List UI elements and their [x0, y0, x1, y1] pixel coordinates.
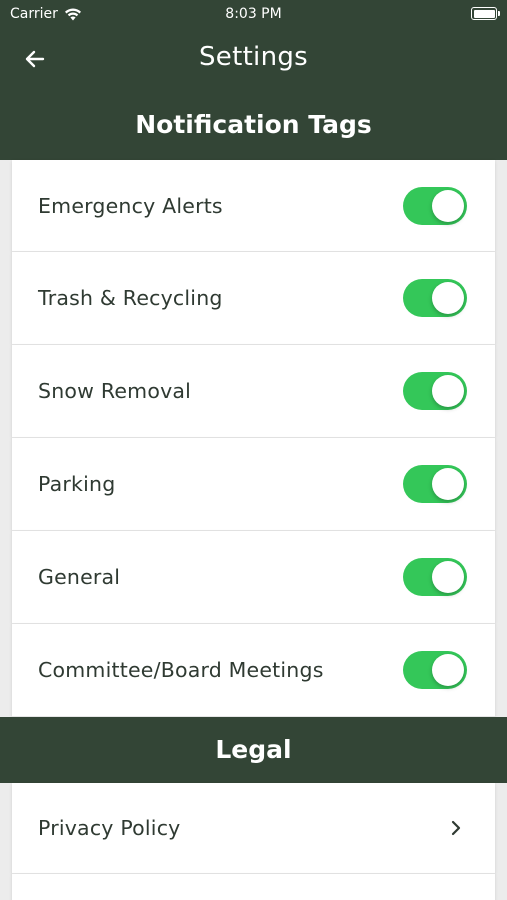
notification-tags-header: Notification Tags: [0, 90, 507, 160]
toggle-knob: [432, 282, 464, 314]
page-title: Settings: [198, 42, 309, 72]
list-item-parking: Parking: [12, 438, 495, 531]
list-item-label: Committee/Board Meetings: [38, 658, 324, 682]
list-item-snow-removal: Snow Removal: [12, 345, 495, 438]
toggle-knob: [432, 468, 464, 500]
status-bar: Carrier 8:03 PM: [0, 0, 507, 28]
trash-recycling-toggle[interactable]: [403, 279, 467, 317]
list-item-label: Emergency Alerts: [38, 193, 223, 218]
general-toggle[interactable]: [403, 558, 467, 596]
list-item-trash-recycling: Trash & Recycling: [12, 252, 495, 345]
legal-header: Legal: [0, 717, 507, 783]
emergency-alerts-toggle[interactable]: [403, 186, 467, 225]
list-item-label: Privacy Policy: [38, 816, 181, 840]
list-item-emergency-alerts: Emergency Alerts: [12, 160, 495, 252]
toggle-knob: [432, 189, 464, 222]
navigation-bar: Settings: [0, 28, 507, 90]
battery-icon: [471, 7, 500, 20]
committee-board-meetings-toggle[interactable]: [403, 651, 467, 689]
list-item-label: Snow Removal: [38, 379, 192, 403]
list-item-label: Trash & Recycling: [38, 286, 223, 310]
list-item-label: General: [38, 565, 121, 589]
list-item-general: General: [12, 531, 495, 624]
toggle-knob: [432, 654, 464, 686]
privacy-policy-row[interactable]: Privacy Policy: [12, 783, 495, 874]
list-item-label: Parking: [38, 472, 116, 496]
legal-list: Privacy Policy: [12, 783, 495, 900]
parking-toggle[interactable]: [403, 465, 467, 503]
snow-removal-toggle[interactable]: [403, 372, 467, 410]
notification-tags-list: Emergency Alerts Trash & Recycling Snow …: [12, 160, 495, 717]
toggle-knob: [432, 561, 464, 593]
chevron-right-icon: [451, 820, 461, 836]
legal-list-item[interactable]: [12, 874, 495, 900]
list-item-committee-board-meetings: Committee/Board Meetings: [12, 624, 495, 717]
toggle-knob: [432, 375, 464, 407]
status-time: 8:03 PM: [225, 6, 282, 22]
